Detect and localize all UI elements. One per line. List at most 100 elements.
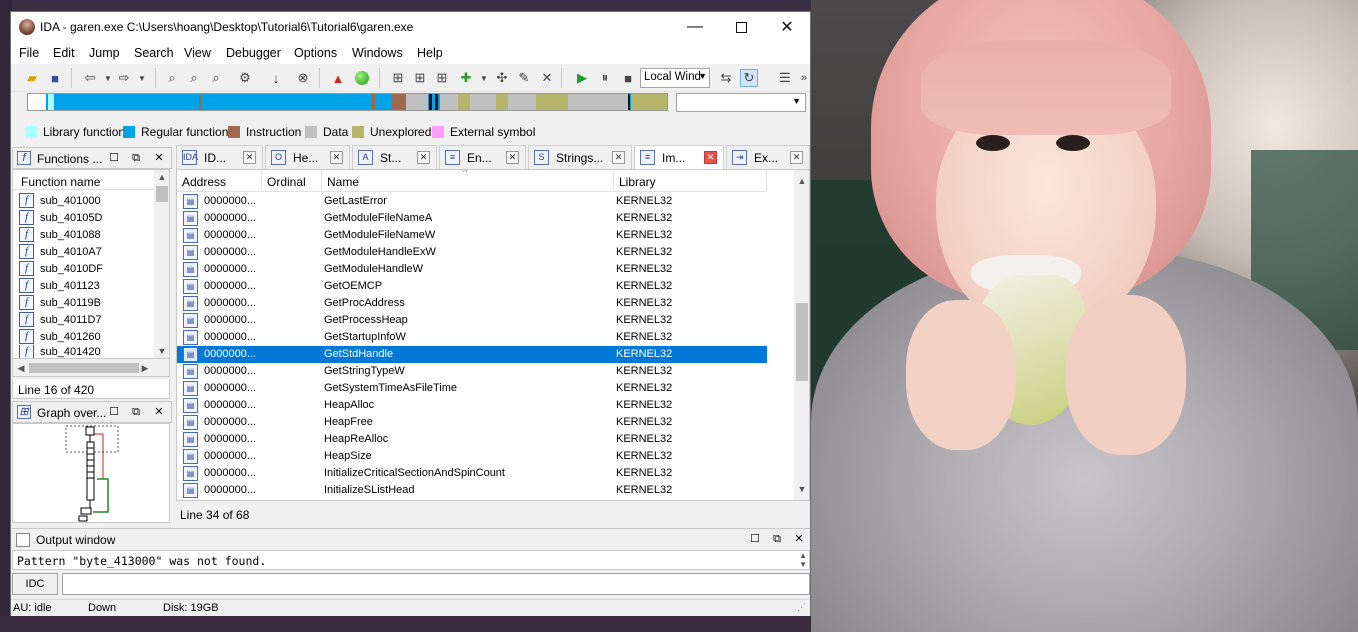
maximize-button[interactable] bbox=[718, 12, 764, 42]
functions-panel-header[interactable]: f Functions ... ☐ ⧉ ✕ bbox=[12, 147, 172, 169]
scroll-left-icon[interactable]: ◀ bbox=[13, 361, 29, 375]
close-tab-icon[interactable]: ✕ bbox=[790, 151, 803, 164]
import-row[interactable]: ▤ 0000000... GetStdHandle KERNEL32 bbox=[177, 346, 767, 363]
import-row[interactable]: ▤ 0000000... GetLastError KERNEL32 bbox=[177, 193, 767, 210]
import-row[interactable]: ▤ 0000000... InitializeCriticalSectionAndS… bbox=[177, 465, 767, 482]
restore-icon[interactable]: ☐ bbox=[107, 151, 121, 165]
tab-imports[interactable]: ≡ Im... ✕ bbox=[634, 145, 724, 170]
scroll-down-icon[interactable]: ▼ bbox=[794, 482, 809, 496]
function-item[interactable]: f sub_401088 bbox=[19, 226, 149, 243]
resize-grip-icon[interactable]: ⋰ bbox=[797, 602, 806, 613]
function-item[interactable]: f sub_40105D bbox=[19, 209, 149, 226]
delete-icon[interactable]: ✕ bbox=[538, 69, 556, 87]
menu-search[interactable]: Search bbox=[134, 46, 174, 60]
column-ordinal[interactable]: Ordinal bbox=[262, 170, 322, 192]
output-scroll-icon[interactable]: ▲ ▼ bbox=[799, 551, 807, 569]
edit-icon[interactable]: ✎ bbox=[515, 69, 533, 87]
forward-dropdown-icon[interactable]: ▼ bbox=[133, 69, 151, 87]
code-view-icon[interactable]: ⊞ bbox=[389, 69, 407, 87]
close-icon[interactable]: ✕ bbox=[792, 532, 806, 546]
restore-icon[interactable]: ☐ bbox=[107, 405, 121, 419]
menu-edit[interactable]: Edit bbox=[53, 46, 75, 60]
tab-structures[interactable]: A St... ✕ bbox=[352, 145, 437, 169]
binary-search-icon[interactable]: ⌕ bbox=[163, 69, 181, 87]
menu-debugger[interactable]: Debugger bbox=[226, 46, 281, 60]
save-icon[interactable]: ■ bbox=[46, 69, 64, 87]
status-green-icon[interactable] bbox=[353, 69, 371, 87]
output-text-area[interactable]: Pattern "byte_413000" was not found. ▲ ▼ bbox=[12, 550, 810, 570]
more-icon[interactable]: » bbox=[795, 69, 813, 87]
menu-jump[interactable]: Jump bbox=[89, 46, 120, 60]
import-row[interactable]: ▤ 0000000... GetModuleHandleW KERNEL32 bbox=[177, 261, 767, 278]
column-library[interactable]: Library bbox=[614, 170, 767, 192]
restore-icon[interactable]: ☐ bbox=[748, 532, 762, 546]
graph-view-icon[interactable]: ⊞ bbox=[411, 69, 429, 87]
import-row[interactable]: ▤ 0000000... GetStringTypeW KERNEL32 bbox=[177, 363, 767, 380]
import-row[interactable]: ▤ 0000000... HeapAlloc KERNEL32 bbox=[177, 397, 767, 414]
menu-view[interactable]: View bbox=[184, 46, 211, 60]
minimize-button[interactable]: — bbox=[672, 12, 718, 42]
import-row[interactable]: ▤ 0000000... HeapSize KERNEL32 bbox=[177, 448, 767, 465]
add-dropdown-icon[interactable]: ▼ bbox=[475, 69, 493, 87]
float-icon[interactable]: ⧉ bbox=[129, 405, 143, 419]
warning-icon[interactable]: ▲ bbox=[329, 69, 347, 87]
close-tab-icon[interactable]: ✕ bbox=[330, 151, 343, 164]
breakpoint-search-icon[interactable]: ⊗ bbox=[294, 69, 312, 87]
proximity-icon[interactable]: ⊞ bbox=[433, 69, 451, 87]
close-tab-icon[interactable]: ✕ bbox=[704, 151, 717, 164]
back-arrow-icon[interactable]: ⇦ bbox=[81, 69, 99, 87]
function-item[interactable]: f sub_40119B bbox=[19, 294, 149, 311]
attach-icon[interactable]: ⇆ bbox=[717, 69, 735, 87]
import-row[interactable]: ▤ 0000000... InitializeSListHead KERNEL32 bbox=[177, 482, 767, 499]
menu-windows[interactable]: Windows bbox=[352, 46, 403, 60]
list-icon[interactable]: ☰ bbox=[776, 69, 794, 87]
tab-hex-view[interactable]: O He... ✕ bbox=[265, 145, 350, 169]
close-icon[interactable]: ✕ bbox=[152, 151, 166, 165]
import-row[interactable]: ▤ 0000000... GetSystemTimeAsFileTime KERNEL… bbox=[177, 380, 767, 397]
scroll-up-icon[interactable]: ▲ bbox=[154, 170, 169, 184]
idc-button[interactable]: IDC bbox=[12, 573, 58, 595]
run-icon[interactable]: ▶ bbox=[573, 69, 591, 87]
tab-enums[interactable]: ≡ En... ✕ bbox=[439, 145, 526, 169]
analyze-icon[interactable]: ⚙ bbox=[236, 69, 254, 87]
scroll-right-icon[interactable]: ▶ bbox=[137, 361, 153, 375]
import-row[interactable]: ▤ 0000000... GetProcAddress KERNEL32 bbox=[177, 295, 767, 312]
function-item[interactable]: f sub_401000 bbox=[19, 192, 149, 209]
float-icon[interactable]: ⧉ bbox=[129, 151, 143, 165]
text-search-icon[interactable]: ⌕ bbox=[185, 69, 203, 87]
download-icon[interactable]: ↓ bbox=[267, 69, 285, 87]
tab-strings[interactable]: S Strings... ✕ bbox=[528, 145, 632, 169]
tab-exports[interactable]: ⇥ Ex... ✕ bbox=[726, 145, 810, 169]
navigation-band[interactable] bbox=[27, 93, 668, 111]
forward-arrow-icon[interactable]: ⇨ bbox=[115, 69, 133, 87]
column-address[interactable]: Address bbox=[177, 170, 262, 192]
import-row[interactable]: ▤ 0000000... GetModuleFileNameA KERNEL32 bbox=[177, 210, 767, 227]
close-tab-icon[interactable]: ✕ bbox=[506, 151, 519, 164]
close-tab-icon[interactable]: ✕ bbox=[612, 151, 625, 164]
column-name[interactable]: Name bbox=[322, 170, 614, 192]
import-row[interactable]: ▤ 0000000... HeapFree KERNEL32 bbox=[177, 414, 767, 431]
close-icon[interactable]: ✕ bbox=[152, 405, 166, 419]
switch-debugger-icon[interactable]: ↻ bbox=[740, 69, 758, 87]
function-item[interactable]: f sub_401420 bbox=[19, 345, 149, 358]
menu-options[interactable]: Options bbox=[294, 46, 337, 60]
import-row[interactable]: ▤ 0000000... GetModuleFileNameW KERNEL32 bbox=[177, 227, 767, 244]
stop-icon[interactable]: ■ bbox=[619, 69, 637, 87]
function-item[interactable]: f sub_401123 bbox=[19, 277, 149, 294]
imports-scrollbar[interactable]: ▲ ▼ bbox=[794, 170, 809, 500]
function-item[interactable]: f sub_4010DF bbox=[19, 260, 149, 277]
function-name-column[interactable]: Function name bbox=[13, 170, 155, 190]
open-folder-icon[interactable]: ▰ bbox=[23, 69, 41, 87]
functions-hscrollbar[interactable]: ◀ ▶ bbox=[12, 359, 170, 377]
title-bar[interactable]: IDA - garen.exe C:\Users\hoang\Desktop\T… bbox=[11, 12, 810, 42]
command-input[interactable] bbox=[62, 573, 810, 595]
debugger-select[interactable]: Local Wind ▼ bbox=[640, 68, 710, 88]
functions-scrollbar[interactable]: ▲ ▼ bbox=[154, 170, 169, 358]
import-row[interactable]: ▤ 0000000... GetOEMCP KERNEL32 bbox=[177, 278, 767, 295]
import-row[interactable]: ▤ 0000000... GetStartupInfoW KERNEL32 bbox=[177, 329, 767, 346]
import-row[interactable]: ▤ 0000000... HeapReAlloc KERNEL32 bbox=[177, 431, 767, 448]
immediate-search-icon[interactable]: ⌕ bbox=[207, 69, 225, 87]
segment-select[interactable]: ▼ bbox=[676, 93, 806, 112]
tab-ida-view[interactable]: IDA ID... ✕ bbox=[176, 145, 263, 169]
close-tab-icon[interactable]: ✕ bbox=[417, 151, 430, 164]
